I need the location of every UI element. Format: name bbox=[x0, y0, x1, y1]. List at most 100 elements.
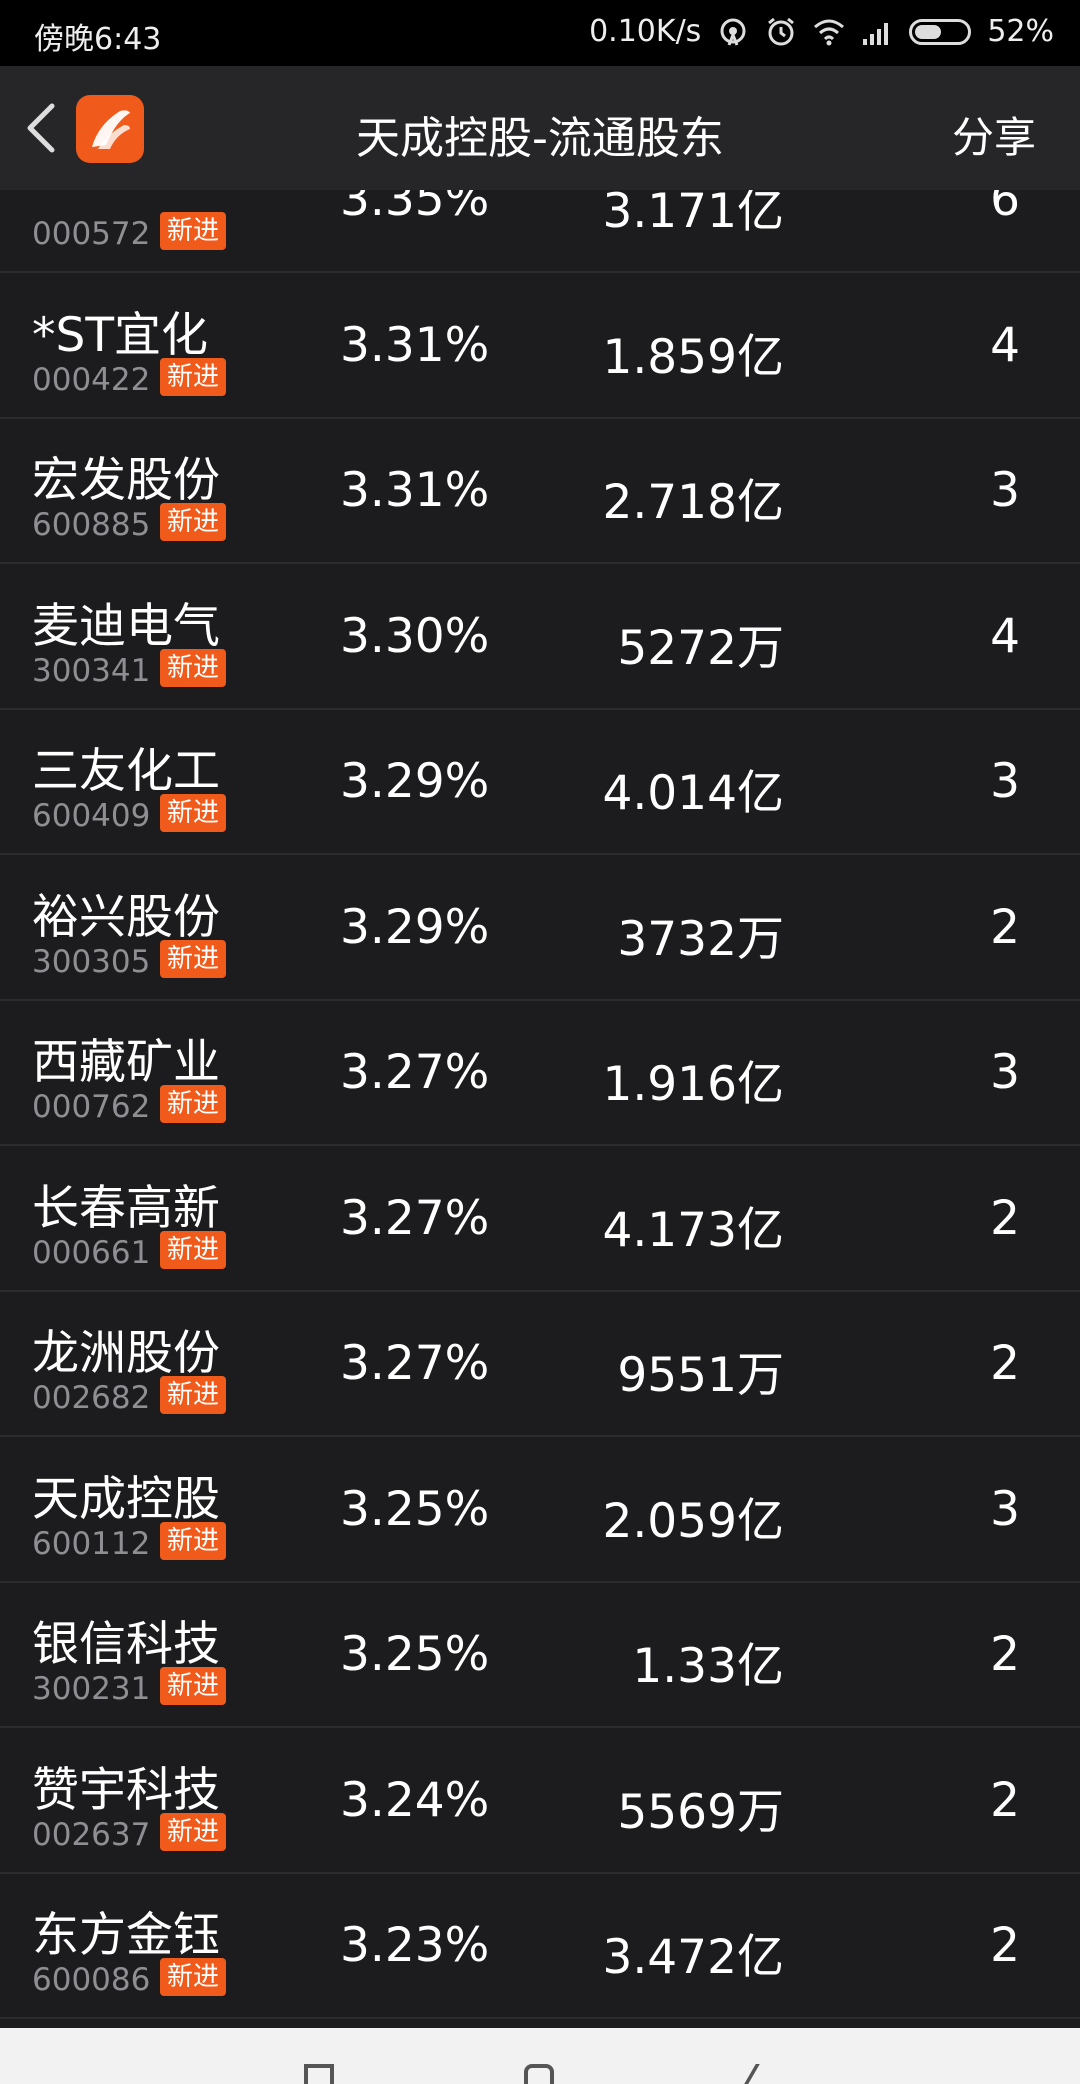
stock-code: 000661 bbox=[32, 1234, 151, 1271]
list-item[interactable]: 西藏矿业 000762 新进 3.27% 1.916亿 3 bbox=[0, 1001, 1080, 1146]
holder-count: 2 bbox=[990, 1627, 1020, 1682]
stock-name: 长春高新 bbox=[32, 1180, 220, 1236]
holder-count: 2 bbox=[990, 1336, 1020, 1391]
holder-count: 2 bbox=[990, 899, 1020, 955]
holding-percent: 3.29% bbox=[340, 754, 490, 809]
holder-count: 4 bbox=[990, 608, 1020, 664]
stock-name: 裕兴股份 bbox=[32, 889, 220, 945]
stock-code: 002637 bbox=[32, 1816, 151, 1853]
list-item[interactable]: 裕兴股份 300305 新进 3.29% 3732万 2 bbox=[0, 856, 1080, 1001]
new-entry-badge: 新进 bbox=[160, 794, 226, 832]
new-entry-badge: 新进 bbox=[160, 1521, 226, 1560]
wifi-icon bbox=[814, 19, 845, 45]
stock-code: 000572 bbox=[32, 216, 151, 252]
system-nav-bar bbox=[0, 2028, 1080, 2084]
list-item[interactable]: 赞宇科技 002637 新进 3.24% 5569万 2 bbox=[0, 1729, 1080, 1874]
stock-name: 银信科技 bbox=[32, 1617, 220, 1672]
list-item[interactable]: *ST宜化 000422 新进 3.31% 1.859亿 4 bbox=[0, 274, 1080, 419]
stock-name: *ST宜化 bbox=[32, 307, 209, 363]
stock-code: 600086 bbox=[32, 1962, 151, 1998]
holder-count: 2 bbox=[990, 1190, 1020, 1246]
page-title: 天成控股-流通股东 bbox=[356, 113, 724, 164]
battery-icon bbox=[909, 18, 972, 45]
status-time: 傍晚6:43 bbox=[34, 22, 162, 57]
battery-percent: 52% bbox=[987, 14, 1054, 49]
new-entry-badge: 新进 bbox=[160, 503, 226, 541]
new-entry-badge: 新进 bbox=[160, 648, 226, 687]
holder-count: 3 bbox=[990, 754, 1020, 809]
hotspot-icon bbox=[720, 18, 746, 46]
new-entry-badge: 新进 bbox=[160, 1230, 226, 1269]
new-entry-badge: 新进 bbox=[160, 212, 226, 250]
holding-value: 3732万 bbox=[617, 911, 784, 967]
holding-value: 3.472亿 bbox=[602, 1930, 784, 1985]
stock-code: 300231 bbox=[32, 1671, 151, 1707]
status-bar: 傍晚6:43 0.10K/s 52% bbox=[0, 0, 1080, 66]
stock-name: 赞宇科技 bbox=[32, 1762, 220, 1818]
holding-percent: 3.31% bbox=[340, 317, 490, 373]
holding-value: 2.718亿 bbox=[602, 475, 784, 530]
list-item[interactable]: 宏发股份 600885 新进 3.31% 2.718亿 3 bbox=[0, 419, 1080, 564]
holding-value: 1.916亿 bbox=[602, 1057, 784, 1112]
new-entry-badge: 新进 bbox=[160, 939, 226, 978]
stock-code: 000762 bbox=[32, 1089, 151, 1125]
stock-name: 三友化工 bbox=[32, 744, 220, 799]
holding-value: 9551万 bbox=[617, 1348, 784, 1403]
list-item[interactable]: 银信科技 300231 新进 3.25% 1.33亿 2 bbox=[0, 1583, 1080, 1728]
holder-count: 4 bbox=[990, 317, 1020, 373]
stock-name: 麦迪电气 bbox=[32, 598, 220, 654]
holder-count: 2 bbox=[990, 1918, 1020, 1973]
list-item[interactable]: 天成控股 600112 新进 3.25% 2.059亿 3 bbox=[0, 1438, 1080, 1583]
stock-name: 宏发股份 bbox=[32, 453, 220, 508]
new-entry-badge: 新进 bbox=[160, 1085, 226, 1123]
app-header: 天成控股-流通股东 分享 bbox=[0, 66, 1080, 190]
holding-value: 1.33亿 bbox=[632, 1639, 784, 1694]
holding-percent: 3.27% bbox=[340, 1190, 490, 1246]
holder-count: 3 bbox=[990, 1045, 1020, 1100]
stock-code: 000422 bbox=[32, 361, 151, 398]
alarm-icon bbox=[768, 17, 795, 45]
stock-code: 600112 bbox=[32, 1525, 151, 1562]
holder-count: 3 bbox=[990, 463, 1020, 518]
stock-name: 天成控股 bbox=[32, 1471, 220, 1527]
stock-code: 002682 bbox=[32, 1380, 151, 1416]
list-item[interactable]: 龙洲股份 002682 新进 3.27% 9551万 2 bbox=[0, 1292, 1080, 1437]
holding-percent: 3.25% bbox=[340, 1481, 490, 1537]
holding-percent: 3.29% bbox=[340, 899, 490, 955]
stock-code: 600409 bbox=[32, 798, 151, 834]
holding-value: 2.059亿 bbox=[602, 1493, 784, 1549]
new-entry-badge: 新进 bbox=[160, 357, 226, 396]
list-item[interactable]: 三友化工 600409 新进 3.29% 4.014亿 3 bbox=[0, 710, 1080, 855]
stock-name: 西藏矿业 bbox=[32, 1035, 220, 1090]
holding-value: 4.014亿 bbox=[602, 766, 784, 821]
signal-icon bbox=[863, 22, 889, 45]
holding-value: 5569万 bbox=[617, 1784, 784, 1840]
stock-code: 300341 bbox=[32, 652, 151, 689]
new-entry-badge: 新进 bbox=[160, 1812, 226, 1851]
holding-percent: 3.30% bbox=[340, 608, 490, 664]
holding-value: 4.173亿 bbox=[602, 1202, 784, 1258]
holding-value: 5272万 bbox=[617, 620, 784, 676]
back-nav-icon[interactable] bbox=[744, 2064, 786, 2084]
holding-value: 1.859亿 bbox=[602, 329, 784, 385]
stock-code: 300305 bbox=[32, 943, 151, 980]
home-nav-icon[interactable] bbox=[524, 2064, 554, 2084]
list-item[interactable]: 长春高新 000661 新进 3.27% 4.173亿 2 bbox=[0, 1147, 1080, 1292]
network-speed: 0.10K/s bbox=[589, 14, 702, 49]
list-item[interactable]: 麦迪电气 300341 新进 3.30% 5272万 4 bbox=[0, 565, 1080, 710]
stock-name: 东方金钰 bbox=[32, 1908, 220, 1963]
holding-percent: 3.27% bbox=[340, 1045, 490, 1100]
holding-percent: 3.25% bbox=[340, 1627, 490, 1682]
holding-percent: 3.27% bbox=[340, 1336, 490, 1391]
new-entry-badge: 新进 bbox=[160, 1958, 226, 1996]
holding-percent: 3.24% bbox=[340, 1772, 490, 1828]
holding-percent: 3.23% bbox=[340, 1918, 490, 1973]
shareholder-list[interactable]: 000572 新进 3.35% 3.171亿 6 *ST宜化 000422 新进 3.31% 1.… bbox=[0, 0, 1080, 2028]
holding-percent: 3.31% bbox=[340, 463, 490, 518]
stock-name: 龙洲股份 bbox=[32, 1326, 220, 1381]
menu-nav-icon[interactable] bbox=[304, 2064, 334, 2084]
list-item[interactable]: 东方金钰 600086 新进 3.23% 3.472亿 2 bbox=[0, 1874, 1080, 2019]
share-button[interactable]: 分享 bbox=[952, 104, 1036, 165]
new-entry-badge: 新进 bbox=[160, 1667, 226, 1705]
holder-count: 2 bbox=[990, 1772, 1020, 1828]
